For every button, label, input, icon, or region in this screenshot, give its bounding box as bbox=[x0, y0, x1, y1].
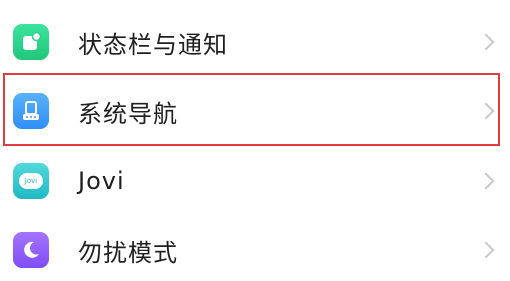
settings-item-label: Jovi bbox=[78, 167, 125, 195]
chevron-right-icon bbox=[477, 172, 495, 190]
settings-item-jovi[interactable]: Jovi Jovi bbox=[0, 150, 510, 212]
settings-item-do-not-disturb[interactable]: 勿扰模式 bbox=[0, 219, 510, 281]
jovi-icon-badge: Jovi bbox=[19, 173, 43, 189]
settings-item-status-bar-notifications[interactable]: 状态栏与通知 bbox=[0, 11, 510, 73]
settings-item-label: 状态栏与通知 bbox=[78, 30, 228, 59]
chevron-right-icon bbox=[477, 241, 495, 259]
highlight-box bbox=[3, 73, 500, 146]
chevron-right-icon bbox=[477, 33, 495, 51]
do-not-disturb-moon-icon bbox=[13, 232, 49, 268]
settings-item-label: 勿扰模式 bbox=[78, 238, 178, 267]
status-bar-notification-icon bbox=[13, 24, 49, 60]
settings-list: 状态栏与通知 系统导航 Jovi Jovi 勿扰模式 bbox=[0, 0, 510, 279]
jovi-icon: Jovi bbox=[13, 163, 49, 199]
jovi-icon-text: Jovi bbox=[24, 177, 38, 185]
